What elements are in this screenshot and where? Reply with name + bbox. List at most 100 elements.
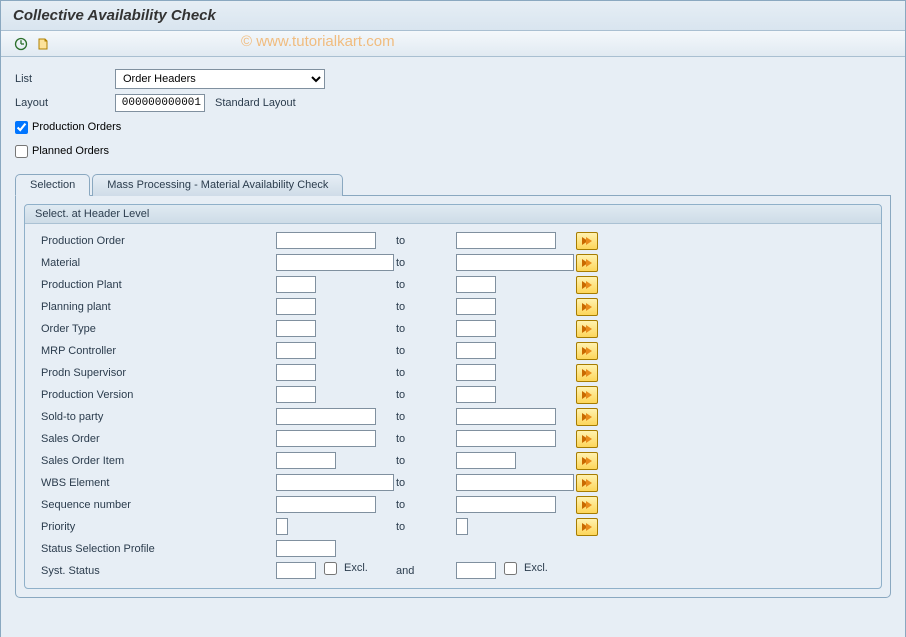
list-label: List bbox=[15, 73, 115, 85]
to-input[interactable] bbox=[456, 496, 556, 513]
from-input[interactable] bbox=[276, 232, 376, 249]
multiple-selection-button[interactable] bbox=[576, 254, 598, 272]
planned-orders-checkbox[interactable] bbox=[15, 145, 28, 158]
list-select[interactable]: Order Headers bbox=[115, 69, 325, 89]
status-profile-label: Status Selection Profile bbox=[41, 543, 276, 555]
status-profile-input[interactable] bbox=[276, 540, 336, 557]
to-label: to bbox=[396, 499, 456, 511]
field-label: Priority bbox=[41, 521, 276, 533]
field-label: Production Version bbox=[41, 389, 276, 401]
to-input[interactable] bbox=[456, 342, 496, 359]
multiple-selection-button[interactable] bbox=[576, 518, 598, 536]
syst-status-to-input[interactable] bbox=[456, 562, 496, 579]
field-label: WBS Element bbox=[41, 477, 276, 489]
field-label: Sales Order Item bbox=[41, 455, 276, 467]
multiple-selection-button[interactable] bbox=[576, 342, 598, 360]
to-input[interactable] bbox=[456, 518, 468, 535]
to-input[interactable] bbox=[456, 298, 496, 315]
layout-input[interactable] bbox=[115, 94, 205, 112]
multiple-selection-button[interactable] bbox=[576, 386, 598, 404]
syst-status-from-input[interactable] bbox=[276, 562, 316, 579]
watermark: © www.tutorialkart.com bbox=[241, 33, 395, 50]
field-row: Production Order to bbox=[41, 230, 873, 251]
multiple-selection-button[interactable] bbox=[576, 320, 598, 338]
field-label: Production Order bbox=[41, 235, 276, 247]
planned-orders-label: Planned Orders bbox=[32, 145, 109, 157]
content-area: List Order Headers Layout Standard Layou… bbox=[1, 57, 905, 637]
multiple-selection-button[interactable] bbox=[576, 298, 598, 316]
to-input[interactable] bbox=[456, 386, 496, 403]
syst-status-excl2-checkbox[interactable] bbox=[504, 562, 517, 575]
status-profile-row: Status Selection Profile bbox=[41, 538, 873, 559]
field-row: Prodn Supervisorto bbox=[41, 362, 873, 383]
from-input[interactable] bbox=[276, 386, 316, 403]
from-input[interactable] bbox=[276, 430, 376, 447]
to-input[interactable] bbox=[456, 430, 556, 447]
to-label: to bbox=[396, 279, 456, 291]
variant-button[interactable] bbox=[33, 34, 53, 54]
field-label: Production Plant bbox=[41, 279, 276, 291]
multiple-selection-button[interactable] bbox=[576, 452, 598, 470]
from-input[interactable] bbox=[276, 364, 316, 381]
production-orders-label: Production Orders bbox=[32, 121, 121, 133]
from-input[interactable] bbox=[276, 342, 316, 359]
to-label: to bbox=[396, 345, 456, 357]
from-input[interactable] bbox=[276, 474, 394, 491]
multiple-selection-button[interactable] bbox=[576, 232, 598, 250]
field-row: Priority to bbox=[41, 516, 873, 537]
tab-selection[interactable]: Selection bbox=[15, 174, 90, 196]
field-row: Order Typeto bbox=[41, 318, 873, 339]
syst-status-excl1-checkbox[interactable] bbox=[324, 562, 337, 575]
from-input[interactable] bbox=[276, 496, 376, 513]
to-input[interactable] bbox=[456, 320, 496, 337]
field-label: Planning plant bbox=[41, 301, 276, 313]
to-label: to bbox=[396, 367, 456, 379]
layout-desc: Standard Layout bbox=[215, 97, 296, 109]
to-label: to bbox=[396, 477, 456, 489]
production-orders-checkbox[interactable] bbox=[15, 121, 28, 134]
to-label: to bbox=[396, 521, 456, 533]
field-row: Sold-to partyto bbox=[41, 406, 873, 427]
to-input[interactable] bbox=[456, 408, 556, 425]
from-input[interactable] bbox=[276, 518, 288, 535]
multiple-selection-button[interactable] bbox=[576, 276, 598, 294]
multiple-selection-button[interactable] bbox=[576, 364, 598, 382]
multiple-selection-button[interactable] bbox=[576, 474, 598, 492]
field-row: Sales Order Item to bbox=[41, 450, 873, 471]
syst-status-excl1-label: Excl. bbox=[344, 562, 368, 579]
multiple-selection-button[interactable] bbox=[576, 496, 598, 514]
field-label: Sequence number bbox=[41, 499, 276, 511]
from-input[interactable] bbox=[276, 408, 376, 425]
syst-status-excl2-label: Excl. bbox=[524, 562, 548, 579]
execute-button[interactable] bbox=[11, 34, 31, 54]
from-input[interactable] bbox=[276, 254, 394, 271]
from-input[interactable] bbox=[276, 320, 316, 337]
tab-panel-selection: Select. at Header Level Production Order… bbox=[15, 196, 891, 598]
from-input[interactable] bbox=[276, 452, 336, 469]
and-label: and bbox=[396, 565, 456, 577]
to-label: to bbox=[396, 455, 456, 467]
field-row: WBS Element to bbox=[41, 472, 873, 493]
group-header-level: Select. at Header Level Production Order… bbox=[24, 204, 882, 589]
field-row: Sequence number to bbox=[41, 494, 873, 515]
field-label: Material bbox=[41, 257, 276, 269]
to-input[interactable] bbox=[456, 474, 574, 491]
toolbar: © www.tutorialkart.com bbox=[1, 31, 905, 57]
to-input[interactable] bbox=[456, 364, 496, 381]
tabstrip: Selection Mass Processing - Material Ava… bbox=[15, 173, 891, 196]
to-label: to bbox=[396, 433, 456, 445]
field-label: Sales Order bbox=[41, 433, 276, 445]
from-input[interactable] bbox=[276, 298, 316, 315]
to-input[interactable] bbox=[456, 276, 496, 293]
from-input[interactable] bbox=[276, 276, 316, 293]
multiple-selection-button[interactable] bbox=[576, 408, 598, 426]
field-row: Sales Order to bbox=[41, 428, 873, 449]
tab-mass-processing[interactable]: Mass Processing - Material Availability … bbox=[92, 174, 343, 196]
multiple-selection-button[interactable] bbox=[576, 430, 598, 448]
to-input[interactable] bbox=[456, 254, 574, 271]
to-input[interactable] bbox=[456, 232, 556, 249]
layout-label: Layout bbox=[15, 97, 115, 109]
to-label: to bbox=[396, 235, 456, 247]
field-row: Production Versionto bbox=[41, 384, 873, 405]
to-input[interactable] bbox=[456, 452, 516, 469]
